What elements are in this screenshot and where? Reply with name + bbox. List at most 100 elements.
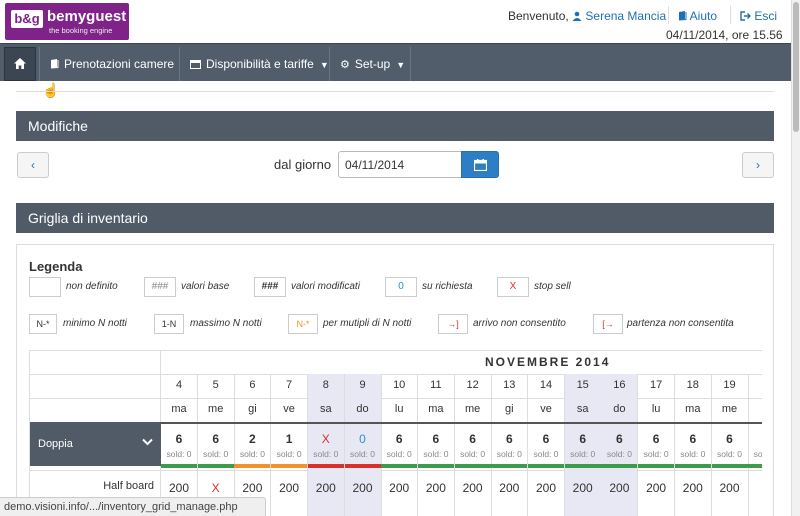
legend-label: arrivo non consentito [473, 318, 566, 329]
legend-label: minimo N notti [63, 318, 127, 329]
price-cell[interactable]: 200 [308, 481, 344, 495]
prev-button[interactable]: ‹ [17, 152, 49, 178]
logout-link[interactable]: Esci [740, 9, 777, 23]
day-name: do [613, 403, 626, 415]
status-bar [161, 464, 197, 468]
sold-count: sold: 0 [271, 449, 307, 459]
day-name: ve [283, 403, 295, 415]
price-cell[interactable]: 200 [491, 481, 527, 495]
user-link[interactable]: Serena Mancia [572, 9, 666, 23]
sold-count: sold: 0 [748, 449, 762, 459]
sold-count: sold: 0 [418, 449, 454, 459]
sold-prefix: sold: [460, 449, 481, 459]
legend-sample-multiples: N-* [288, 314, 318, 334]
day-column: 17 lu 6 sold: 0 200 [638, 374, 676, 516]
sold-value: 0 [700, 449, 706, 459]
header-divider [730, 6, 731, 24]
legend-label: valori modificati [291, 281, 360, 292]
price-cell[interactable]: 200 [455, 481, 491, 495]
sold-prefix: sold: [716, 449, 738, 459]
welcome-label: Benvenuto, [508, 9, 569, 23]
help-label: Aiuto [689, 9, 718, 23]
price-cell[interactable]: 200 [161, 481, 197, 495]
nav-disponibilita[interactable]: Disponibilità e tariffe ▼ [179, 47, 329, 81]
availability-cell[interactable]: 6 [455, 432, 491, 446]
scroll-thumb[interactable] [793, 2, 799, 132]
availability-cell[interactable]: 6 [198, 432, 234, 446]
price-cell[interactable]: 200 [565, 481, 601, 495]
status-bar [197, 464, 234, 468]
sold-prefix: sold: [386, 449, 407, 459]
nav-prenotazioni[interactable]: Prenotazioni camere [39, 47, 179, 81]
sold-value: 0 [223, 449, 229, 459]
legend-label: su richiesta [422, 281, 473, 292]
price-cell[interactable]: 200 [675, 481, 711, 495]
status-bar [344, 464, 381, 468]
availability-cell[interactable]: 6 [381, 432, 417, 446]
availability-cell[interactable]: 6 [161, 432, 197, 446]
arrival-blocked-icon: →] [438, 314, 468, 334]
price-cell[interactable]: 200 [345, 481, 381, 495]
nav-label: Disponibilità e tariffe [206, 57, 314, 71]
price-cell[interactable]: 200 [271, 481, 307, 495]
help-link[interactable]: Aiuto [678, 9, 717, 23]
calendar-button[interactable] [461, 151, 499, 178]
price-cell[interactable]: 200 [381, 481, 417, 495]
availability-cell[interactable]: 1 [271, 432, 307, 446]
price-cell[interactable]: 200 [418, 481, 454, 495]
availability-cell[interactable]: 6 [565, 432, 601, 446]
status-bar [711, 464, 748, 468]
price-cell[interactable]: X [198, 481, 234, 495]
availability-cell[interactable]: 6 [675, 432, 711, 446]
sold-count: sold: 0 [198, 449, 234, 459]
legend-label: stop sell [534, 281, 571, 292]
legend-sample-min-nights: N-* [29, 314, 57, 334]
legend-label: per mutipli di N notti [323, 318, 412, 329]
price-cell[interactable]: 200 [712, 481, 748, 495]
availability-cell[interactable]: 6 [491, 432, 527, 446]
legend-title: Legenda [29, 259, 83, 274]
next-button[interactable]: › [742, 152, 774, 178]
logout-icon [740, 11, 751, 21]
price-cell[interactable]: 200 [638, 481, 674, 495]
status-bar [748, 464, 762, 468]
availability-cell[interactable]: 6 [418, 432, 454, 446]
sold-count: sold: 0 [601, 449, 637, 459]
gear-icon: ⚙ [340, 59, 350, 71]
logo[interactable]: b&g bemyguest the booking engine [5, 3, 129, 40]
day-number: 2 [748, 379, 762, 391]
sold-prefix: sold: [606, 449, 628, 459]
day-number: 19 [723, 379, 736, 391]
day-number: 15 [576, 379, 589, 391]
sold-value: 0 [627, 449, 632, 459]
availability-cell[interactable]: 6 [638, 432, 674, 446]
status-bar [491, 464, 528, 468]
availability-cell[interactable]: 6 [712, 432, 748, 446]
legend-sample-stopsell: X [497, 277, 529, 297]
availability-cell[interactable]: 2 [234, 432, 270, 446]
home-button[interactable] [4, 47, 36, 81]
room-row-toggle[interactable]: Doppia [30, 422, 161, 466]
day-column: 13 gi 6 sold: 0 200 [491, 374, 529, 516]
availability-cell[interactable]: 6 [601, 432, 637, 446]
availability-cell[interactable]: 0 [345, 432, 381, 446]
scrollbar[interactable] [791, 0, 800, 516]
sold-count: sold: 0 [491, 449, 527, 459]
availability-cell[interactable]: 6 [748, 432, 762, 446]
price-cell[interactable]: 200 [234, 481, 270, 495]
user-icon [572, 11, 582, 21]
nav-setup[interactable]: ⚙ Set-up ▼ [329, 47, 411, 81]
availability-cell[interactable]: 6 [528, 432, 564, 446]
price-cell[interactable]: 200 [528, 481, 564, 495]
availability-cell[interactable]: X [308, 432, 344, 446]
price-cell[interactable]: 2 [748, 481, 762, 495]
date-input[interactable] [338, 151, 462, 178]
price-cell[interactable]: 200 [601, 481, 637, 495]
status-bar [234, 464, 271, 468]
departure-blocked-icon: [→ [593, 314, 623, 334]
day-name: ma [685, 403, 701, 415]
status-bar [307, 464, 344, 468]
sold-count: sold: 0 [638, 449, 674, 459]
month-title: NOVEMBRE 2014 [485, 355, 611, 369]
legend-sample-base: ### [144, 277, 176, 297]
